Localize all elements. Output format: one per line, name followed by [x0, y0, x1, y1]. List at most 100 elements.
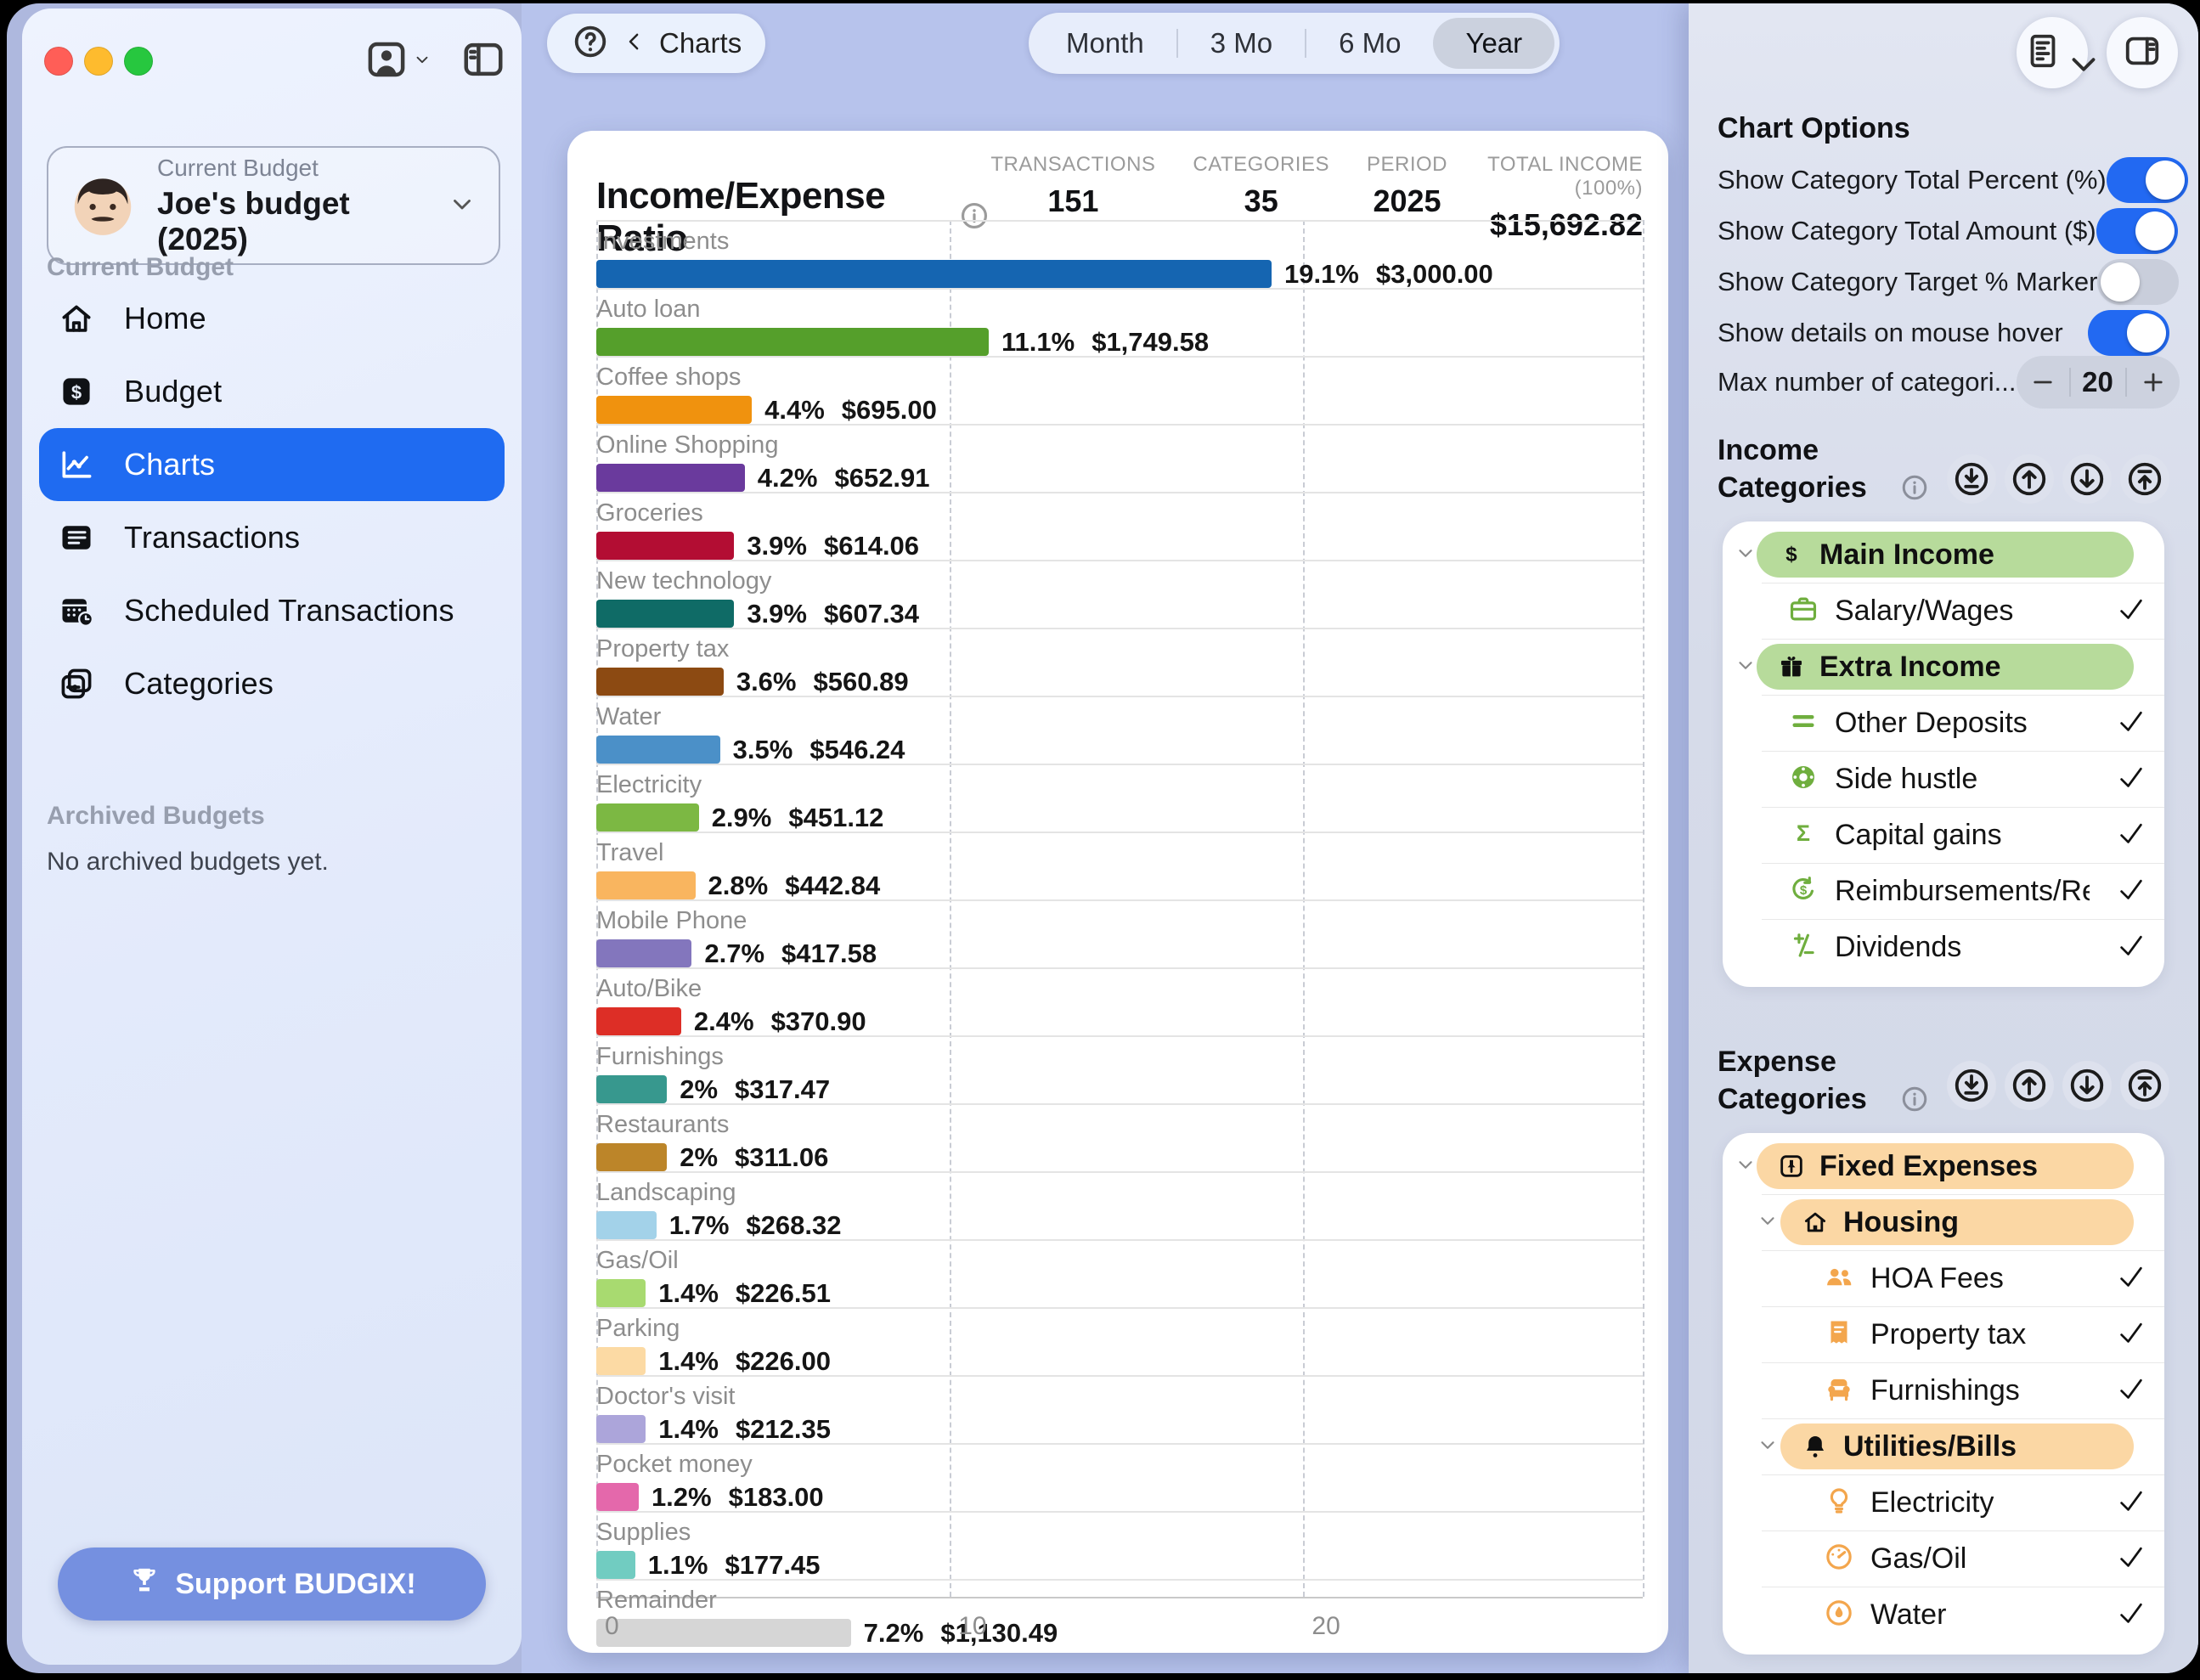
expense-sort-arrow-down-to-line-button[interactable]: [1947, 1061, 1996, 1110]
category-item-reimbursements-ref[interactable]: $Reimbursements/Ref...: [1723, 863, 2164, 919]
category-item-water[interactable]: Water: [1723, 1587, 2164, 1643]
chart-row-investments[interactable]: Investments19.1%$3,000.00: [596, 220, 1643, 288]
decrement-button[interactable]: [2017, 368, 2069, 397]
chart-row-new-technology[interactable]: New technology3.9%$607.34: [596, 560, 1643, 628]
group-pill[interactable]: Extra Income: [1757, 644, 2134, 690]
category-bar[interactable]: [596, 328, 989, 356]
expense-sort-arrow-up-button[interactable]: [2005, 1061, 2054, 1110]
chart-row-mobile-phone[interactable]: Mobile Phone2.7%$417.58: [596, 899, 1643, 967]
chart-row-doctor-s-visit[interactable]: Doctor's visit1.4%$212.35: [596, 1375, 1643, 1443]
chevron-down-icon[interactable]: [1735, 542, 1757, 568]
support-budgix-button[interactable]: Support BUDGIX!: [58, 1548, 486, 1621]
sidebar-item-transactions[interactable]: Transactions: [39, 501, 505, 574]
close-window-button[interactable]: [44, 47, 73, 76]
category-bar[interactable]: [596, 1551, 635, 1579]
toggle-show-details-on-mouse-hover[interactable]: [2088, 310, 2169, 356]
category-bar[interactable]: [596, 803, 699, 832]
category-bar[interactable]: [596, 1211, 657, 1239]
category-bar[interactable]: [596, 871, 696, 899]
category-bar[interactable]: [596, 1279, 646, 1307]
chevron-down-icon[interactable]: [1757, 1434, 1779, 1460]
check-icon[interactable]: [2115, 593, 2147, 629]
category-item-gas-oil[interactable]: Gas/Oil: [1723, 1531, 2164, 1587]
category-bar[interactable]: [596, 1347, 646, 1375]
category-bar[interactable]: [596, 260, 1272, 288]
check-icon[interactable]: [2115, 1597, 2147, 1633]
chart-row-restaurants[interactable]: Restaurants2%$311.06: [596, 1103, 1643, 1171]
category-item-furnishings[interactable]: Furnishings: [1723, 1362, 2164, 1418]
chart-type-menu-button[interactable]: [2017, 17, 2088, 88]
category-bar[interactable]: [596, 600, 734, 628]
chevron-down-icon[interactable]: [1757, 1209, 1779, 1236]
chart-row-groceries[interactable]: Groceries3.9%$614.06: [596, 492, 1643, 560]
income-sort-arrow-down-to-line-button[interactable]: [1947, 454, 1996, 504]
category-bar[interactable]: [596, 939, 691, 967]
category-bar[interactable]: [596, 668, 724, 696]
chart-row-auto-bike[interactable]: Auto/Bike2.4%$370.90: [596, 967, 1643, 1035]
chart-row-supplies[interactable]: Supplies1.1%$177.45: [596, 1511, 1643, 1579]
toggle-show-category-total-amount[interactable]: [2096, 208, 2178, 254]
category-group-main-income[interactable]: $Main Income: [1723, 527, 2164, 583]
check-icon[interactable]: [2115, 1373, 2147, 1409]
category-item-capital-gains[interactable]: ΣCapital gains: [1723, 807, 2164, 863]
chart-row-water[interactable]: Water3.5%$546.24: [596, 696, 1643, 764]
category-bar[interactable]: [596, 532, 734, 560]
category-bar[interactable]: [596, 736, 720, 764]
chart-row-furnishings[interactable]: Furnishings2%$317.47: [596, 1035, 1643, 1103]
income-sort-arrow-up-to-line-button[interactable]: [2120, 454, 2169, 504]
chart-row-travel[interactable]: Travel2.8%$442.84: [596, 832, 1643, 899]
category-item-property-tax[interactable]: Property tax: [1723, 1306, 2164, 1362]
chart-row-landscaping[interactable]: Landscaping1.7%$268.32: [596, 1171, 1643, 1239]
category-bar[interactable]: [596, 464, 745, 492]
category-group-utilities-bills[interactable]: Utilities/Bills: [1723, 1418, 2164, 1474]
chart-row-online-shopping[interactable]: Online Shopping4.2%$652.91: [596, 424, 1643, 492]
sidebar-toggle-button[interactable]: [460, 37, 506, 87]
category-bar[interactable]: [596, 396, 752, 424]
help-icon[interactable]: [571, 22, 610, 65]
account-menu-button[interactable]: [364, 37, 432, 87]
group-pill[interactable]: $Main Income: [1757, 532, 2134, 578]
chart-row-parking[interactable]: Parking1.4%$226.00: [596, 1307, 1643, 1375]
expense-sort-arrow-up-to-line-button[interactable]: [2120, 1061, 2169, 1110]
group-pill[interactable]: Fixed Expenses: [1757, 1143, 2134, 1189]
category-item-other-deposits[interactable]: Other Deposits: [1723, 695, 2164, 751]
period-tab-year[interactable]: Year: [1433, 18, 1554, 69]
chart-row-pocket-money[interactable]: Pocket money1.2%$183.00: [596, 1443, 1643, 1511]
category-bar[interactable]: [596, 1143, 667, 1171]
chart-row-coffee-shops[interactable]: Coffee shops4.4%$695.00: [596, 356, 1643, 424]
check-icon[interactable]: [2115, 929, 2147, 966]
income-sort-arrow-down-button[interactable]: [2062, 454, 2112, 504]
sidebar-item-categories[interactable]: Categories: [39, 647, 505, 720]
check-icon[interactable]: [2115, 817, 2147, 854]
sidebar-item-home[interactable]: Home: [39, 282, 505, 355]
period-tab-6-mo[interactable]: 6 Mo: [1306, 18, 1433, 69]
check-icon[interactable]: [2115, 1260, 2147, 1297]
sidebar-item-scheduled-transactions[interactable]: Scheduled Transactions: [39, 574, 505, 647]
info-icon[interactable]: [1899, 1084, 1930, 1119]
chart-row-electricity[interactable]: Electricity2.9%$451.12: [596, 764, 1643, 832]
category-item-electricity[interactable]: Electricity: [1723, 1474, 2164, 1531]
group-pill[interactable]: Utilities/Bills: [1780, 1423, 2134, 1469]
category-bar[interactable]: [596, 1007, 681, 1035]
chart-row-property-tax[interactable]: Property tax3.6%$560.89: [596, 628, 1643, 696]
category-item-side-hustle[interactable]: Side hustle: [1723, 751, 2164, 807]
increment-button[interactable]: [2127, 368, 2180, 397]
chart-row-auto-loan[interactable]: Auto loan11.1%$1,749.58: [596, 288, 1643, 356]
info-icon[interactable]: [1899, 472, 1930, 507]
category-group-extra-income[interactable]: Extra Income: [1723, 639, 2164, 695]
chart-row-gas-oil[interactable]: Gas/Oil1.4%$226.51: [596, 1239, 1643, 1307]
category-item-salary-wages[interactable]: Salary/Wages: [1723, 583, 2164, 639]
minimize-window-button[interactable]: [84, 47, 113, 76]
check-icon[interactable]: [2115, 1541, 2147, 1577]
period-tab-3-mo[interactable]: 3 Mo: [1178, 18, 1305, 69]
category-group-housing[interactable]: Housing: [1723, 1194, 2164, 1250]
charts-back-button[interactable]: Charts: [547, 14, 765, 73]
check-icon[interactable]: [2115, 705, 2147, 741]
budget-selector[interactable]: Current Budget Joe's budget (2025): [47, 146, 500, 265]
check-icon[interactable]: [2115, 1316, 2147, 1353]
category-item-dividends[interactable]: Dividends: [1723, 919, 2164, 975]
zoom-window-button[interactable]: [124, 47, 153, 76]
sidebar-item-charts[interactable]: Charts: [39, 428, 505, 501]
category-group-fixed-expenses[interactable]: Fixed Expenses: [1723, 1138, 2164, 1194]
income-sort-arrow-up-button[interactable]: [2005, 454, 2054, 504]
